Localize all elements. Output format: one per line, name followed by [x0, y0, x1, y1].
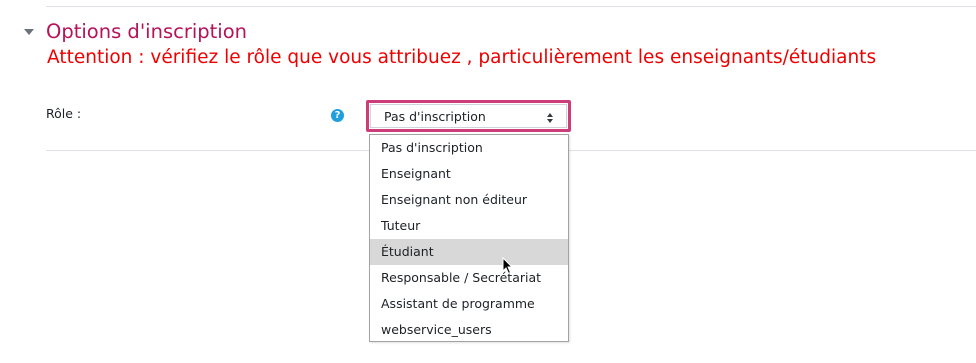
mouse-cursor-icon [502, 257, 514, 275]
option-enseignant[interactable]: Enseignant [370, 161, 568, 187]
option-etudiant[interactable]: Étudiant [370, 239, 568, 265]
role-select-value: Pas d'inscription [384, 108, 486, 124]
section-title: Options d'inscription [46, 19, 247, 43]
option-pas-d-inscription[interactable]: Pas d'inscription [370, 135, 568, 161]
option-responsable-secretariat[interactable]: Responsable / Secrétariat [370, 265, 568, 291]
section-header[interactable]: Options d'inscription [24, 17, 247, 45]
select-arrows-icon [547, 113, 554, 123]
role-dropdown-list[interactable]: Pas d'inscription Enseignant Enseignant … [369, 134, 569, 342]
option-tuteur[interactable]: Tuteur [370, 213, 568, 239]
role-select[interactable]: Pas d'inscription [366, 100, 571, 132]
question-circle-icon[interactable]: ? [331, 109, 344, 122]
collapse-caret-icon[interactable] [24, 29, 34, 35]
option-assistant-de-programme[interactable]: Assistant de programme [370, 291, 568, 317]
top-divider [46, 6, 976, 7]
role-label: Rôle : [46, 106, 82, 121]
option-webservice-users[interactable]: webservice_users [370, 317, 568, 343]
warning-message: Attention : vérifiez le rôle que vous at… [47, 47, 877, 68]
option-enseignant-non-editeur[interactable]: Enseignant non éditeur [370, 187, 568, 213]
role-select-box[interactable]: Pas d'inscription [370, 104, 567, 128]
